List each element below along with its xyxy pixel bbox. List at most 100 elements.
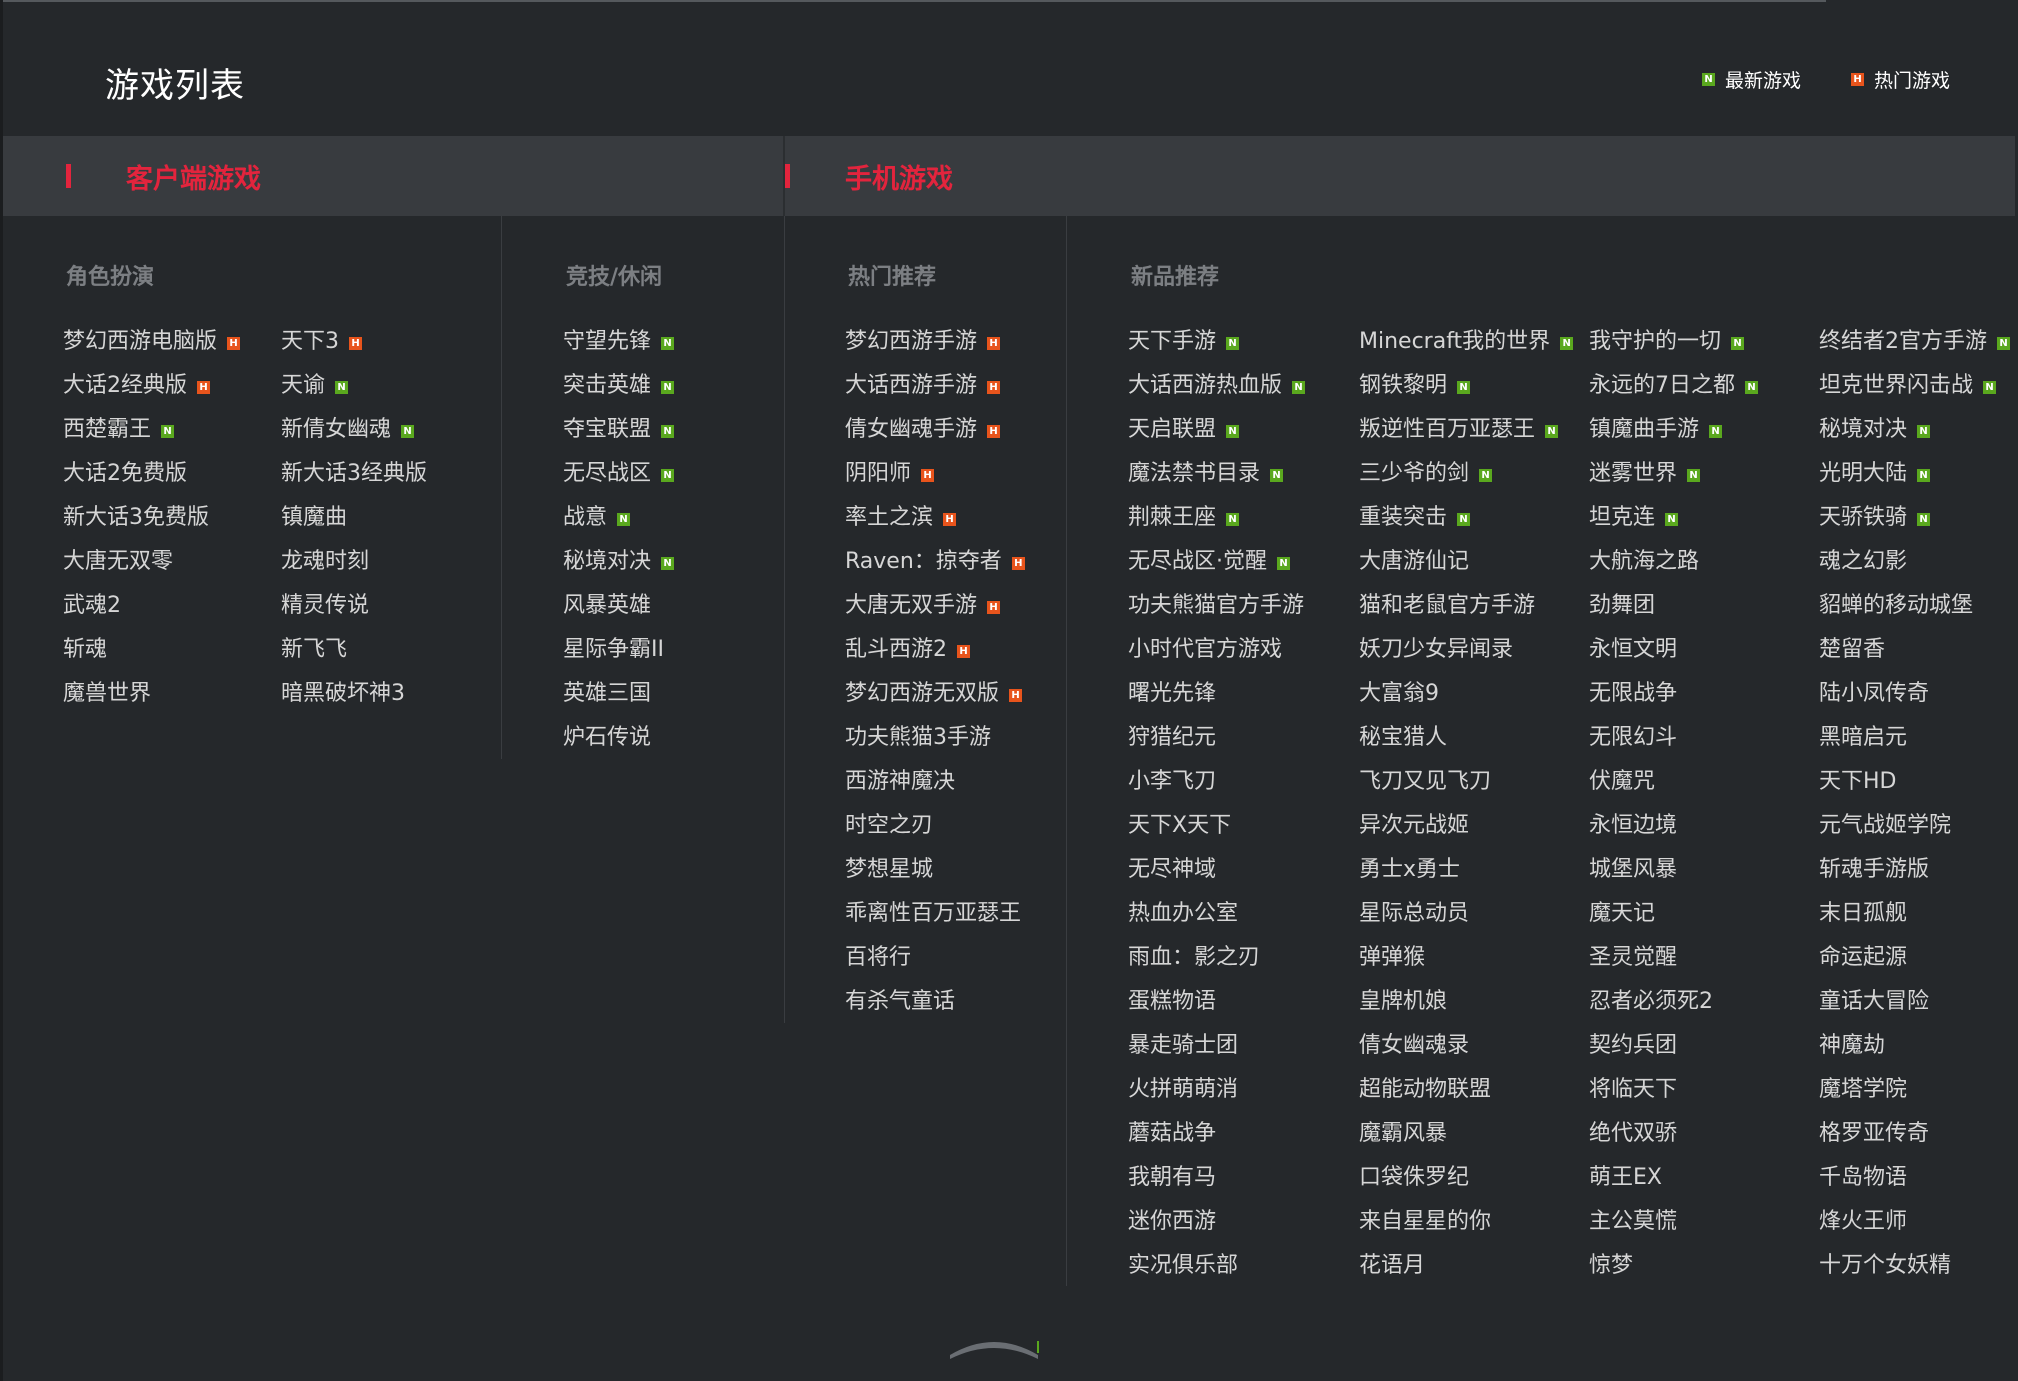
game-link[interactable]: 叛逆性百万亚瑟王 N (1359, 413, 1573, 457)
game-link[interactable]: 曙光先锋 (1128, 677, 1305, 721)
game-link[interactable]: 猫和老鼠官方手游 (1359, 589, 1573, 633)
game-link[interactable]: 迷雾世界 N (1589, 457, 1758, 501)
game-link[interactable]: 花语月 (1359, 1249, 1573, 1293)
game-link[interactable]: 镇魔曲 (281, 501, 427, 545)
game-link[interactable]: 将临天下 (1589, 1073, 1758, 1117)
game-link[interactable]: 烽火王师 (1819, 1205, 2010, 1249)
game-link[interactable]: 我守护的一切 N (1589, 325, 1758, 369)
game-link[interactable]: 荆棘王座 N (1128, 501, 1305, 545)
game-link[interactable]: Minecraft我的世界 N (1359, 325, 1574, 369)
game-link[interactable]: 英雄三国 (563, 677, 674, 721)
game-link[interactable]: 千岛物语 (1819, 1161, 2010, 1205)
game-link[interactable]: 夺宝联盟 N (563, 413, 675, 457)
game-link[interactable]: 天下X天下 (1128, 809, 1305, 853)
game-link[interactable]: 热血办公室 (1128, 897, 1305, 941)
game-link[interactable]: 西游神魔决 (845, 765, 1025, 809)
game-link[interactable]: 西楚霸王 N (63, 413, 240, 457)
game-link[interactable]: 永远的7日之都 N (1589, 369, 1758, 413)
game-link[interactable]: 大话2经典版 H (63, 369, 240, 413)
game-link[interactable]: 勇士x勇士 (1359, 853, 1573, 897)
game-link[interactable]: 魔法禁书目录 N (1128, 457, 1305, 501)
game-link[interactable]: 镇魔曲手游 N (1589, 413, 1758, 457)
game-link[interactable]: 斩魂 (63, 633, 240, 677)
game-link[interactable]: 斩魂手游版 (1819, 853, 2010, 897)
game-link[interactable]: 大话西游手游 H (845, 369, 1025, 413)
game-link[interactable]: 主公莫慌 (1589, 1205, 1758, 1249)
game-link[interactable]: 风暴英雄 (563, 589, 674, 633)
game-link[interactable]: 神魔劫 (1819, 1029, 2010, 1073)
game-link[interactable]: 忍者必须死2 (1589, 985, 1758, 1029)
game-link[interactable]: 重装突击 N (1359, 501, 1573, 545)
game-link[interactable]: 大唐无双零 (63, 545, 240, 589)
game-link[interactable]: 超能动物联盟 (1359, 1073, 1573, 1117)
game-link[interactable]: 新倩女幽魂 N (281, 413, 427, 457)
game-link[interactable]: 狩猎纪元 (1128, 721, 1305, 765)
game-link[interactable]: 梦幻西游电脑版 H (63, 325, 241, 369)
game-link[interactable]: 实况俱乐部 (1128, 1249, 1305, 1293)
game-link[interactable]: 无限战争 (1589, 677, 1758, 721)
game-link[interactable]: 契约兵团 (1589, 1029, 1758, 1073)
game-link[interactable]: 皇牌机娘 (1359, 985, 1573, 1029)
game-link[interactable]: 小李飞刀 (1128, 765, 1305, 809)
game-link[interactable]: 秘境对决 N (563, 545, 675, 589)
game-link[interactable]: 武魂2 (63, 589, 240, 633)
game-link[interactable]: 大富翁9 (1359, 677, 1573, 721)
game-link[interactable]: 星际争霸II (563, 633, 674, 677)
game-link[interactable]: 突击英雄 N (563, 369, 675, 413)
game-link[interactable]: 元气战姬学院 (1819, 809, 2010, 853)
game-link[interactable]: 功夫熊猫官方手游 (1128, 589, 1305, 633)
game-link[interactable]: 蘑菇战争 (1128, 1117, 1305, 1161)
game-link[interactable]: 火拼萌萌消 (1128, 1073, 1305, 1117)
game-link[interactable]: 陆小凤传奇 (1819, 677, 2010, 721)
game-link[interactable]: 新大话3免费版 (63, 501, 240, 545)
game-link[interactable]: 天下HD (1819, 765, 2010, 809)
game-link[interactable]: 貂蝉的移动城堡 (1819, 589, 2010, 633)
game-link[interactable]: 大话西游热血版 N (1128, 369, 1306, 413)
game-link[interactable]: 圣灵觉醒 (1589, 941, 1758, 985)
game-link[interactable]: 暗黑破坏神3 (281, 677, 427, 721)
game-link[interactable]: 坦克连 N (1589, 501, 1758, 545)
game-link[interactable]: 黑暗启元 (1819, 721, 2010, 765)
game-link[interactable]: 守望先锋 N (563, 325, 675, 369)
game-link[interactable]: 萌王EX (1589, 1161, 1758, 1205)
collapse-button[interactable] (948, 1333, 1040, 1361)
game-link[interactable]: 魔兽世界 (63, 677, 240, 721)
game-link[interactable]: 无尽战区 N (563, 457, 675, 501)
game-link[interactable]: 魔天记 (1589, 897, 1758, 941)
game-link[interactable]: 倩女幽魂手游 H (845, 413, 1025, 457)
game-link[interactable]: 城堡风暴 (1589, 853, 1758, 897)
game-link[interactable]: 梦幻西游无双版 H (845, 677, 1025, 721)
game-link[interactable]: 三少爷的剑 N (1359, 457, 1573, 501)
game-link[interactable]: 百将行 (845, 941, 1025, 985)
game-link[interactable]: 魔霸风暴 (1359, 1117, 1573, 1161)
game-link[interactable]: 光明大陆 N (1819, 457, 2010, 501)
game-link[interactable]: 坦克世界闪击战 N (1819, 369, 2010, 413)
game-link[interactable]: 十万个女妖精 (1819, 1249, 2010, 1293)
game-link[interactable]: 魂之幻影 (1819, 545, 2010, 589)
game-link[interactable]: 功夫熊猫3手游 (845, 721, 1025, 765)
game-link[interactable]: 天下3 H (281, 325, 427, 369)
game-link[interactable]: 时空之刃 (845, 809, 1025, 853)
game-link[interactable]: 惊梦 (1589, 1249, 1758, 1293)
game-link[interactable]: 暴走骑士团 (1128, 1029, 1305, 1073)
game-link[interactable]: 新飞飞 (281, 633, 427, 677)
game-link[interactable]: 炉石传说 (563, 721, 674, 765)
game-link[interactable]: 异次元战姬 (1359, 809, 1573, 853)
game-link[interactable]: 钢铁黎明 N (1359, 369, 1573, 413)
game-link[interactable]: 新大话3经典版 (281, 457, 427, 501)
game-link[interactable]: 战意 N (563, 501, 674, 545)
game-link[interactable]: 乖离性百万亚瑟王 (845, 897, 1025, 941)
game-link[interactable]: 末日孤舰 (1819, 897, 2010, 941)
game-link[interactable]: 无限幻斗 (1589, 721, 1758, 765)
game-link[interactable]: 无尽神域 (1128, 853, 1305, 897)
game-link[interactable]: 大话2免费版 (63, 457, 240, 501)
game-link[interactable]: 我朝有马 (1128, 1161, 1305, 1205)
game-link[interactable]: 秘境对决 N (1819, 413, 2010, 457)
game-link[interactable]: 天启联盟 N (1128, 413, 1305, 457)
game-link[interactable]: 魔塔学院 (1819, 1073, 2010, 1117)
game-link[interactable]: 率土之滨 H (845, 501, 1025, 545)
game-link[interactable]: 天谕 N (281, 369, 427, 413)
game-link[interactable]: 格罗亚传奇 (1819, 1117, 2010, 1161)
game-link[interactable]: 龙魂时刻 (281, 545, 427, 589)
game-link[interactable]: 永恒边境 (1589, 809, 1758, 853)
